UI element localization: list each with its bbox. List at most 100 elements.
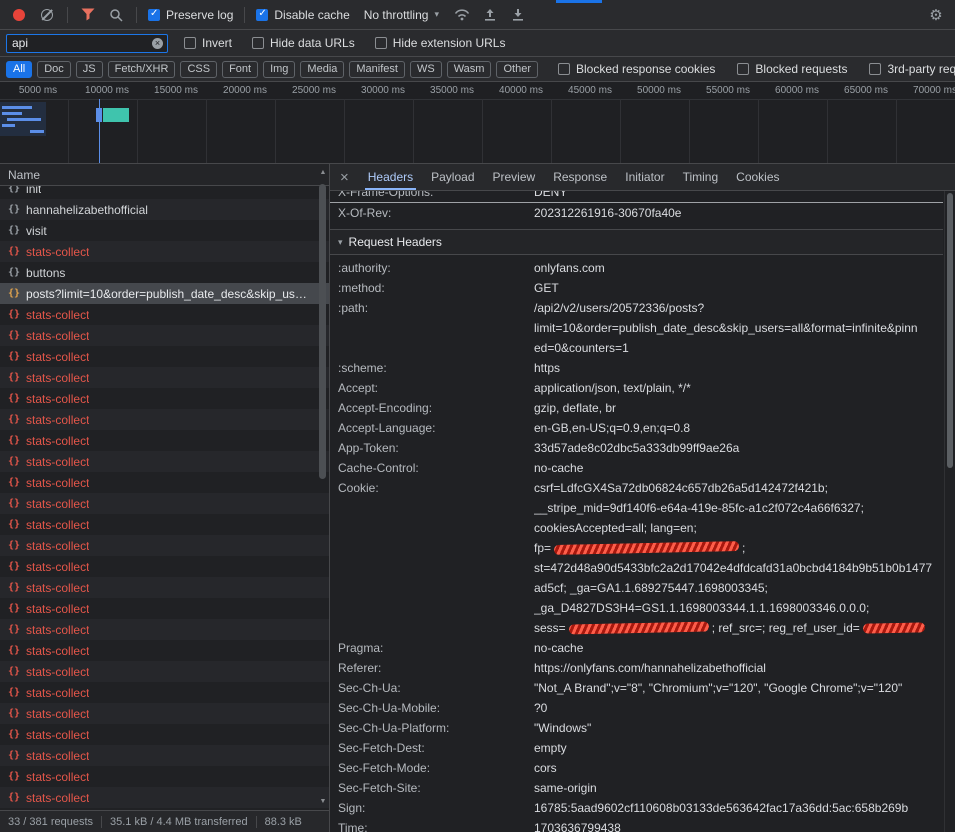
request-row[interactable]: {}stats-collect — [0, 451, 329, 472]
request-row[interactable]: {}visit — [0, 220, 329, 241]
scrollbar-thumb[interactable] — [947, 193, 953, 468]
filter-type-manifest[interactable]: Manifest — [349, 61, 405, 78]
clear-button[interactable] — [34, 3, 60, 27]
request-row[interactable]: {}stats-collect — [0, 661, 329, 682]
filter-blocked-response-cookies[interactable]: Blocked response cookies — [554, 62, 719, 76]
request-row[interactable]: {}stats-collect — [0, 304, 329, 325]
json-file-icon: {} — [8, 792, 20, 803]
request-row[interactable]: {}stats-collect — [0, 640, 329, 661]
tab-payload[interactable]: Payload — [422, 164, 483, 190]
request-row[interactable]: {}stats-collect — [0, 682, 329, 703]
filter-type-all[interactable]: All — [6, 61, 32, 78]
request-name: stats-collect — [26, 455, 89, 469]
header-name: Accept-Language: — [338, 418, 534, 438]
filter-type-media[interactable]: Media — [300, 61, 344, 78]
export-har-button[interactable] — [505, 3, 531, 27]
filter-input[interactable] — [6, 34, 168, 53]
overview-axis-line — [0, 99, 955, 100]
request-row[interactable]: {}stats-collect — [0, 346, 329, 367]
clear-filter-icon[interactable]: × — [152, 38, 163, 49]
request-row[interactable]: {}buttons — [0, 262, 329, 283]
request-row[interactable]: {}stats-collect — [0, 535, 329, 556]
summary-bar: 33 / 381 requests 35.1 kB / 4.4 MB trans… — [0, 810, 329, 832]
request-row[interactable]: {}stats-collect — [0, 325, 329, 346]
tab-preview[interactable]: Preview — [484, 164, 545, 190]
request-name: stats-collect — [26, 392, 89, 406]
settings-button[interactable]: ⚙ — [923, 3, 949, 27]
filter-type-wasm[interactable]: Wasm — [447, 61, 492, 78]
request-row[interactable]: {}posts?limit=10&order=publish_date_desc… — [0, 283, 329, 304]
request-row[interactable]: {}stats-collect — [0, 787, 329, 808]
tab-initiator[interactable]: Initiator — [616, 164, 673, 190]
request-row[interactable]: {}init — [0, 186, 329, 199]
filter-type-img[interactable]: Img — [263, 61, 295, 78]
scrollbar-thumb[interactable] — [319, 184, 326, 479]
request-row[interactable]: {}stats-collect — [0, 514, 329, 535]
network-conditions-button[interactable] — [449, 3, 475, 27]
filter-type-js[interactable]: JS — [76, 61, 103, 78]
filter-type-other[interactable]: Other — [496, 61, 538, 78]
header-row: :authority:onlyfans.com — [330, 258, 943, 278]
request-row[interactable]: {}stats-collect — [0, 745, 329, 766]
tab-timing[interactable]: Timing — [674, 164, 728, 190]
request-name: visit — [26, 224, 47, 238]
filter-type-fetch-xhr[interactable]: Fetch/XHR — [108, 61, 176, 78]
checkbox-label: Blocked requests — [755, 62, 847, 76]
filter-toggle-button[interactable] — [75, 3, 101, 27]
request-row[interactable]: {}stats-collect — [0, 766, 329, 787]
disclosure-triangle-icon: ▾ — [338, 237, 343, 248]
hide-data-urls-label: Hide data URLs — [270, 36, 355, 50]
invert-checkbox[interactable]: Invert — [180, 36, 236, 50]
filter-blocked-requests[interactable]: Blocked requests — [733, 62, 851, 76]
network-toolbar: Preserve log Disable cache No throttling… — [0, 0, 955, 30]
record-button[interactable] — [6, 3, 32, 27]
checkbox-icon — [184, 37, 196, 49]
request-row[interactable]: {}stats-collect — [0, 409, 329, 430]
tab-cookies[interactable]: Cookies — [727, 164, 788, 190]
detail-scrollbar[interactable] — [944, 191, 955, 832]
header-value: /api2/v2/users/20572336/posts?limit=10&o… — [534, 298, 943, 358]
request-name: stats-collect — [26, 413, 89, 427]
transferred-size: 35.1 kB / 4.4 MB transferred — [110, 816, 248, 828]
requests-scrollbar[interactable]: ▲ ▼ — [317, 164, 329, 810]
overview-tick: 70000 ms — [913, 85, 955, 96]
request-name: stats-collect — [26, 686, 89, 700]
hide-extension-urls-checkbox[interactable]: Hide extension URLs — [371, 36, 510, 50]
scroll-down-icon[interactable]: ▼ — [317, 798, 329, 805]
name-column-header[interactable]: Name — [0, 164, 329, 186]
filter-type-ws[interactable]: WS — [410, 61, 442, 78]
throttling-dropdown[interactable]: No throttling ▾ — [356, 8, 447, 22]
request-row[interactable]: {}stats-collect — [0, 577, 329, 598]
request-name: hannahelizabethofficial — [26, 203, 148, 217]
overview-activity-bar — [2, 124, 15, 127]
request-row[interactable]: {}stats-collect — [0, 619, 329, 640]
filter-type-font[interactable]: Font — [222, 61, 258, 78]
search-button[interactable] — [103, 3, 129, 27]
request-row[interactable]: {}stats-collect — [0, 724, 329, 745]
request-row[interactable]: {}stats-collect — [0, 367, 329, 388]
overview-timeline[interactable]: 5000 ms10000 ms15000 ms20000 ms25000 ms3… — [0, 82, 955, 164]
request-headers-section[interactable]: ▾ Request Headers — [330, 229, 943, 255]
scroll-up-icon[interactable]: ▲ — [317, 169, 329, 176]
tab-response[interactable]: Response — [544, 164, 616, 190]
filter-type-doc[interactable]: Doc — [37, 61, 71, 78]
detail-tabs: HeadersPayloadPreviewResponseInitiatorTi… — [359, 164, 789, 190]
request-row[interactable]: {}stats-collect — [0, 430, 329, 451]
tab-headers[interactable]: Headers — [359, 164, 422, 190]
disable-cache-checkbox[interactable]: Disable cache — [252, 8, 353, 22]
filter-3rd-party-requests[interactable]: 3rd-party requests — [865, 62, 955, 76]
request-row[interactable]: {}stats-collect — [0, 556, 329, 577]
request-row[interactable]: {}stats-collect — [0, 703, 329, 724]
request-row[interactable]: {}stats-collect — [0, 598, 329, 619]
request-row[interactable]: {}stats-collect — [0, 493, 329, 514]
overview-activity-bar — [96, 108, 102, 122]
hide-data-urls-checkbox[interactable]: Hide data URLs — [248, 36, 359, 50]
preserve-log-checkbox[interactable]: Preserve log — [144, 8, 237, 22]
request-row[interactable]: {}stats-collect — [0, 388, 329, 409]
request-row[interactable]: {}stats-collect — [0, 472, 329, 493]
filter-type-css[interactable]: CSS — [180, 61, 217, 78]
request-row[interactable]: {}hannahelizabethofficial — [0, 199, 329, 220]
import-har-button[interactable] — [477, 3, 503, 27]
close-icon[interactable]: × — [330, 164, 359, 190]
request-row[interactable]: {}stats-collect — [0, 241, 329, 262]
